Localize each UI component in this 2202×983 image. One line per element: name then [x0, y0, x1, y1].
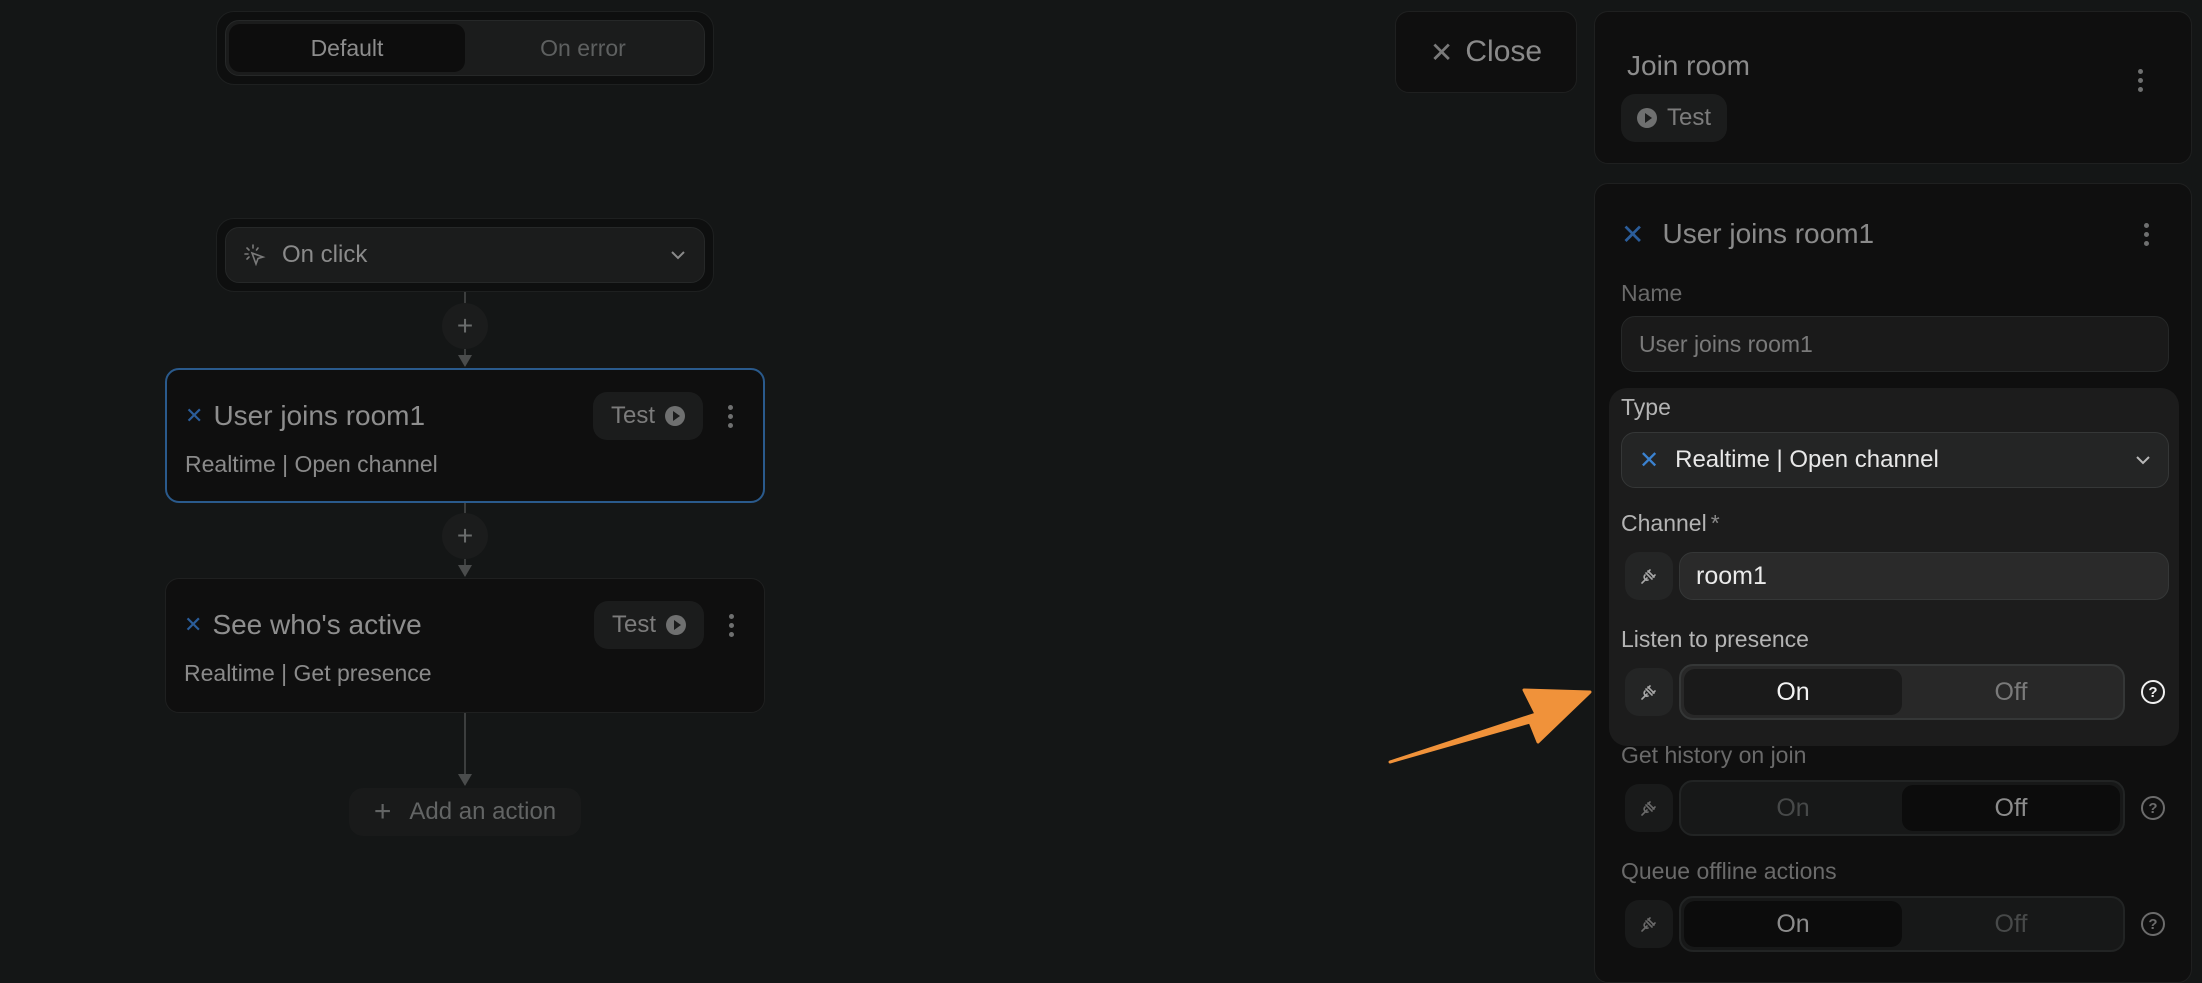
close-icon: ✕: [1429, 36, 1454, 68]
plug-icon: [1641, 569, 1656, 584]
plug-icon: [1641, 685, 1656, 700]
more-options-icon[interactable]: [716, 605, 746, 645]
more-options-icon[interactable]: [715, 396, 745, 436]
close-button[interactable]: ✕ Close: [1395, 11, 1577, 93]
branch-tabs: Default On error: [216, 11, 714, 85]
chevron-down-icon: [2136, 456, 2150, 465]
branch-segmented-control: Default On error: [225, 20, 705, 76]
action-card[interactable]: ✕ See who's active Test Realtime | Get p…: [165, 578, 765, 713]
test-label: Test: [611, 611, 656, 638]
test-label: Test: [610, 402, 655, 429]
arrow-down-icon: [458, 355, 472, 367]
listen-presence-label: Listen to presence: [1621, 626, 1809, 652]
bind-formula-button[interactable]: [1625, 784, 1673, 832]
cursor-click-icon: [244, 244, 266, 266]
plug-icon: [1641, 801, 1656, 816]
channel-label-text: Channel: [1621, 510, 1707, 536]
listen-presence-toggle: On Off: [1679, 664, 2125, 720]
arrow-down-icon: [458, 774, 472, 786]
connector-line: [464, 713, 466, 775]
help-icon[interactable]: ?: [2141, 796, 2165, 820]
history-on-join-label: Get history on join: [1621, 742, 1807, 768]
type-select[interactable]: ✕ Realtime | Open channel: [1621, 432, 2169, 488]
toggle-on[interactable]: On: [1684, 785, 1902, 831]
toggle-on[interactable]: On: [1684, 669, 1902, 715]
action-title: See who's active: [212, 609, 422, 640]
action-title: User joins room1: [213, 400, 426, 431]
bind-formula-button[interactable]: [1625, 552, 1673, 600]
trigger-label: On click: [282, 241, 368, 268]
insert-step-button[interactable]: +: [442, 513, 488, 559]
trigger-block: On click: [216, 218, 714, 292]
annotation-arrow-icon: [1388, 688, 1592, 764]
plus-icon: +: [456, 310, 474, 341]
play-icon: [665, 406, 685, 426]
action-subtitle: Realtime | Get presence: [184, 660, 432, 686]
add-action-button[interactable]: + Add an action: [349, 788, 581, 836]
test-button[interactable]: Test: [592, 392, 703, 440]
help-icon[interactable]: ?: [2141, 912, 2165, 936]
queue-offline-toggle: On Off: [1679, 896, 2125, 952]
realtime-x-logo-icon: ✕: [184, 612, 203, 638]
channel-input[interactable]: room1: [1679, 552, 2169, 600]
test-label: Test: [1667, 104, 1712, 131]
play-icon: [1637, 108, 1657, 128]
action-card[interactable]: ✕ User joins room1 Test Realtime | Open …: [165, 368, 765, 503]
action-subtitle: Realtime | Open channel: [185, 451, 438, 477]
arrow-down-icon: [458, 565, 472, 577]
queue-offline-label: Queue offline actions: [1621, 858, 1837, 884]
add-action-label: Add an action: [409, 798, 557, 825]
name-field[interactable]: User joins room1: [1621, 316, 2169, 372]
action-settings-card: ✕ User joins room1 Name User joins room1…: [1594, 183, 2192, 983]
tab-on-error[interactable]: On error: [465, 24, 701, 72]
more-options-icon[interactable]: [2125, 60, 2155, 100]
plus-icon: +: [373, 795, 392, 828]
workflow-header-card: Join room Test: [1594, 11, 2192, 164]
test-workflow-button[interactable]: Test: [1621, 94, 1728, 142]
name-label: Name: [1621, 280, 1683, 306]
toggle-on[interactable]: On: [1684, 901, 1902, 947]
help-icon[interactable]: ?: [2141, 680, 2165, 704]
bind-formula-button[interactable]: [1625, 668, 1673, 716]
toggle-off[interactable]: Off: [1902, 785, 2120, 831]
toggle-off[interactable]: Off: [1902, 669, 2120, 715]
realtime-x-logo-icon: ✕: [1621, 217, 1645, 251]
tab-default[interactable]: Default: [229, 24, 465, 72]
action-settings-title: User joins room1: [1662, 218, 1875, 249]
play-icon: [666, 615, 686, 635]
test-button[interactable]: Test: [593, 601, 704, 649]
plug-icon: [1641, 917, 1656, 932]
insert-step-button[interactable]: +: [442, 303, 488, 349]
bind-formula-button[interactable]: [1625, 900, 1673, 948]
close-label: Close: [1465, 35, 1543, 68]
channel-label: Channel *: [1621, 510, 1720, 537]
realtime-x-logo-icon: ✕: [1639, 446, 1660, 474]
trigger-select[interactable]: On click: [225, 227, 705, 283]
more-options-icon[interactable]: [2131, 214, 2161, 254]
chevron-down-icon: [671, 251, 685, 260]
plus-icon: +: [456, 520, 474, 551]
history-on-join-toggle: On Off: [1679, 780, 2125, 836]
realtime-x-logo-icon: ✕: [185, 403, 204, 429]
required-asterisk: *: [1710, 510, 1720, 536]
type-label: Type: [1621, 394, 1671, 420]
toggle-off[interactable]: Off: [1902, 901, 2120, 947]
workflow-title: Join room: [1627, 50, 1750, 81]
type-value: Realtime | Open channel: [1675, 446, 1939, 473]
